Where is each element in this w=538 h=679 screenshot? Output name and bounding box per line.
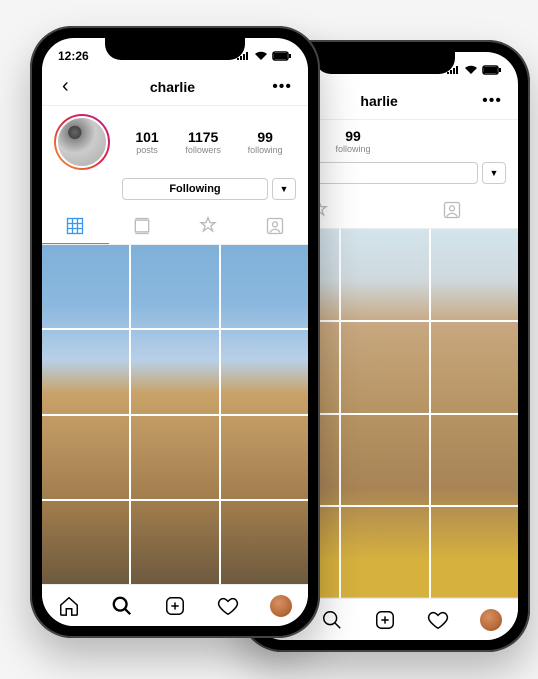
photo-tile[interactable]	[341, 229, 428, 320]
bottom-navbar	[42, 584, 308, 626]
photo-tile[interactable]	[42, 330, 129, 413]
photo-tile[interactable]	[131, 330, 218, 413]
tab-tagged[interactable]	[385, 192, 518, 228]
photo-tile[interactable]	[221, 245, 308, 328]
posts-stat[interactable]: 101 posts	[135, 129, 158, 155]
username-title: charlie	[150, 79, 195, 95]
photo-tile[interactable]	[431, 507, 518, 598]
nav-avatar-icon	[270, 595, 292, 617]
more-button[interactable]: •••	[478, 88, 506, 114]
following-button[interactable]: Following	[122, 178, 268, 200]
nav-search[interactable]	[108, 592, 136, 620]
photo-tile[interactable]	[221, 501, 308, 584]
followers-stat[interactable]: 1175 followers	[185, 129, 221, 155]
photo-tile[interactable]	[341, 322, 428, 413]
nav-add-post[interactable]	[371, 606, 399, 634]
photo-tile[interactable]	[431, 415, 518, 506]
nav-search[interactable]	[318, 606, 346, 634]
profile-tabs	[42, 208, 308, 245]
nav-activity[interactable]	[424, 606, 452, 634]
photo-tile[interactable]	[42, 416, 129, 499]
photo-tile[interactable]	[341, 507, 428, 598]
photo-tile[interactable]	[131, 245, 218, 328]
suggestions-dropdown-button[interactable]: ▼	[482, 162, 506, 184]
nav-profile[interactable]	[477, 606, 505, 634]
nav-add-post[interactable]	[161, 592, 189, 620]
username-title: harlie	[360, 93, 397, 109]
tab-grid[interactable]	[42, 208, 109, 244]
following-label: following	[248, 145, 283, 155]
following-label: following	[336, 144, 371, 154]
followers-count: 1175	[185, 129, 221, 145]
photo-tile[interactable]	[341, 415, 428, 506]
phone-notch	[105, 38, 245, 60]
following-count: 99	[248, 129, 283, 145]
photo-tile[interactable]	[42, 245, 129, 328]
posts-count: 101	[135, 129, 158, 145]
profile-stats-row: 101 posts 1175 followers 99 following	[42, 106, 308, 174]
following-stat[interactable]: 99 following	[336, 128, 371, 154]
following-stat[interactable]: 99 following	[248, 129, 283, 155]
battery-icon	[272, 51, 292, 61]
posts-label: posts	[135, 145, 158, 155]
tab-feed[interactable]	[109, 208, 176, 244]
photo-tile[interactable]	[221, 416, 308, 499]
photo-tile[interactable]	[431, 322, 518, 413]
wifi-icon	[254, 51, 268, 61]
battery-icon	[482, 65, 502, 75]
phone-notch	[315, 52, 455, 74]
following-count: 99	[336, 128, 371, 144]
photo-grid	[42, 245, 308, 584]
nav-profile[interactable]	[267, 592, 295, 620]
tab-tagged[interactable]	[242, 208, 309, 244]
nav-activity[interactable]	[214, 592, 242, 620]
nav-home[interactable]	[55, 592, 83, 620]
back-button[interactable]: ‹	[54, 71, 77, 102]
follow-button-row: Following ▼	[42, 174, 308, 208]
more-button[interactable]: •••	[268, 74, 296, 100]
photo-tile[interactable]	[431, 229, 518, 320]
photo-tile[interactable]	[42, 501, 129, 584]
phone-mockup-front: 12:26 ‹ charlie ••• 101 posts 1175	[30, 26, 320, 638]
nav-avatar-icon	[480, 609, 502, 631]
avatar-story-ring[interactable]	[54, 114, 110, 170]
photo-tile[interactable]	[131, 416, 218, 499]
profile-avatar	[56, 116, 108, 168]
suggestions-dropdown-button[interactable]: ▼	[272, 178, 296, 200]
photo-tile[interactable]	[131, 501, 218, 584]
tab-favorites[interactable]	[175, 208, 242, 244]
status-time: 12:26	[58, 49, 89, 63]
profile-header: ‹ charlie •••	[42, 68, 308, 106]
wifi-icon	[464, 65, 478, 75]
followers-label: followers	[185, 145, 221, 155]
photo-tile[interactable]	[221, 330, 308, 413]
phone-screen: 12:26 ‹ charlie ••• 101 posts 1175	[42, 38, 308, 626]
